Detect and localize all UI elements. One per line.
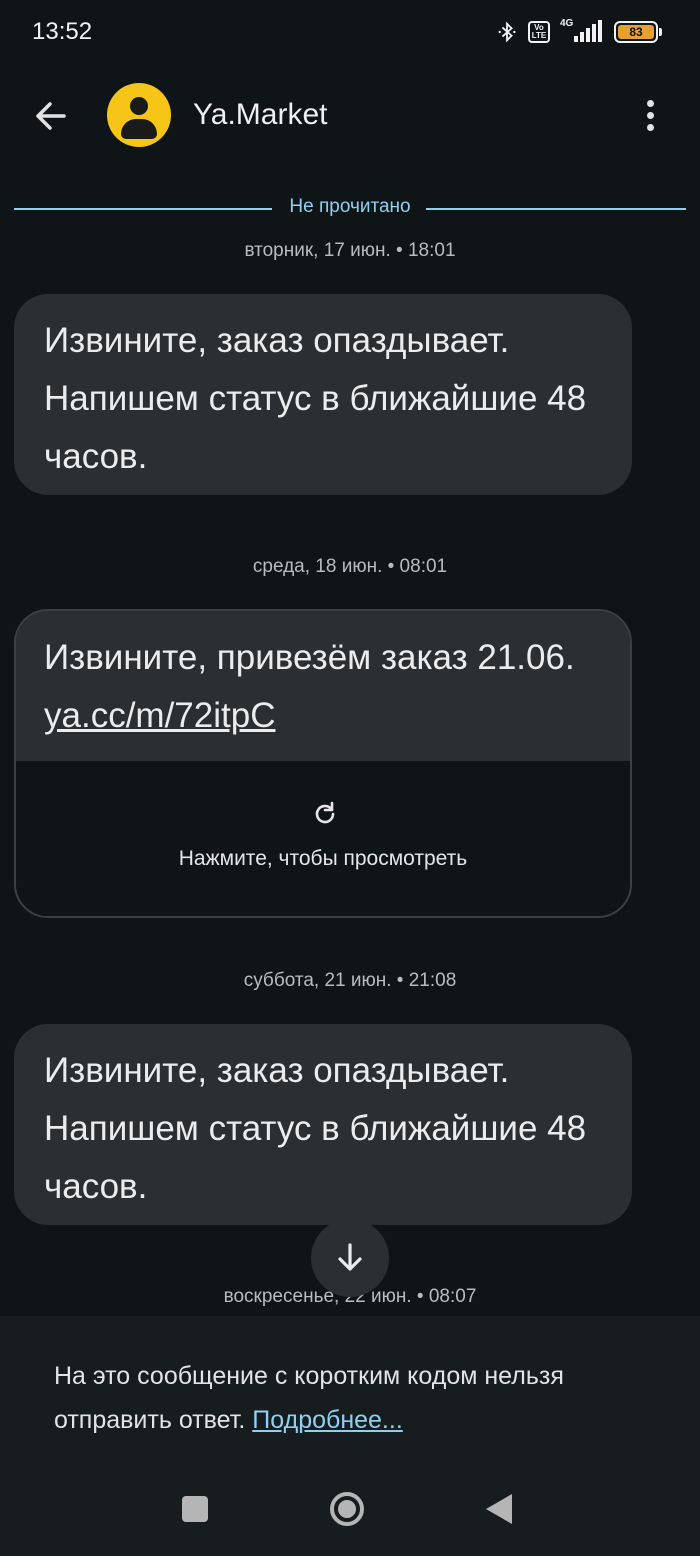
short-code-notice: На это сообщение с коротким кодом нельзя… <box>54 1362 564 1434</box>
message-bubble-link[interactable]: Извините, привезём заказ 21.06. ya.cc/m/… <box>14 609 632 918</box>
message-timestamp: среда, 18 июн. • 08:01 <box>252 556 448 577</box>
arrow-down-icon <box>338 1243 362 1271</box>
message-timestamp: суббота, 21 июн. • 21:08 <box>243 970 457 991</box>
scroll-to-bottom-button[interactable] <box>311 1219 389 1297</box>
contact-name[interactable]: Ya.Market <box>193 98 328 132</box>
home-icon[interactable] <box>330 1492 364 1526</box>
unread-label: Не прочитано <box>289 196 411 217</box>
bluetooth-icon <box>498 21 516 43</box>
status-icons: Vo LTE 4G 83 <box>496 18 662 44</box>
link-preview[interactable]: Нажмите, чтобы просмотреть <box>16 761 630 916</box>
network-type: 4G <box>560 18 574 29</box>
recents-icon[interactable] <box>182 1496 208 1522</box>
status-bar: 13:52 Vo LTE 4G 83 <box>0 0 700 66</box>
learn-more-link[interactable]: Подробнее... <box>252 1406 403 1434</box>
message-bubble[interactable]: Извините, заказ опаздывает. Напишем стат… <box>14 1024 632 1225</box>
system-nav-bar <box>0 1466 700 1556</box>
battery-icon: 83 <box>614 21 662 43</box>
volte-icon: Vo LTE <box>528 21 550 43</box>
message-timestamp: вторник, 17 июн. • 18:01 <box>244 240 456 261</box>
refresh-icon <box>315 801 335 824</box>
reply-disabled-panel: На это сообщение с коротким кодом нельзя… <box>0 1316 700 1556</box>
signal-icon: 4G <box>560 18 604 44</box>
message-text: Извините, привезём заказ 21.06. ya.cc/m/… <box>16 611 630 761</box>
unread-divider: Не прочитано <box>14 196 686 220</box>
avatar[interactable] <box>107 83 171 147</box>
message-link[interactable]: ya.cc/m/72itpC <box>44 696 275 735</box>
more-options-icon[interactable] <box>636 96 664 136</box>
back-arrow-icon[interactable] <box>30 96 70 136</box>
conversation-header: Ya.Market <box>0 66 700 166</box>
message-bubble[interactable]: Извините, заказ опаздывает. Напишем стат… <box>14 294 632 495</box>
nav-back-icon[interactable] <box>486 1494 512 1524</box>
battery-level: 83 <box>618 25 654 39</box>
status-time: 13:52 <box>32 18 93 45</box>
preview-label: Нажмите, чтобы просмотреть <box>178 847 468 870</box>
person-icon <box>130 97 148 115</box>
